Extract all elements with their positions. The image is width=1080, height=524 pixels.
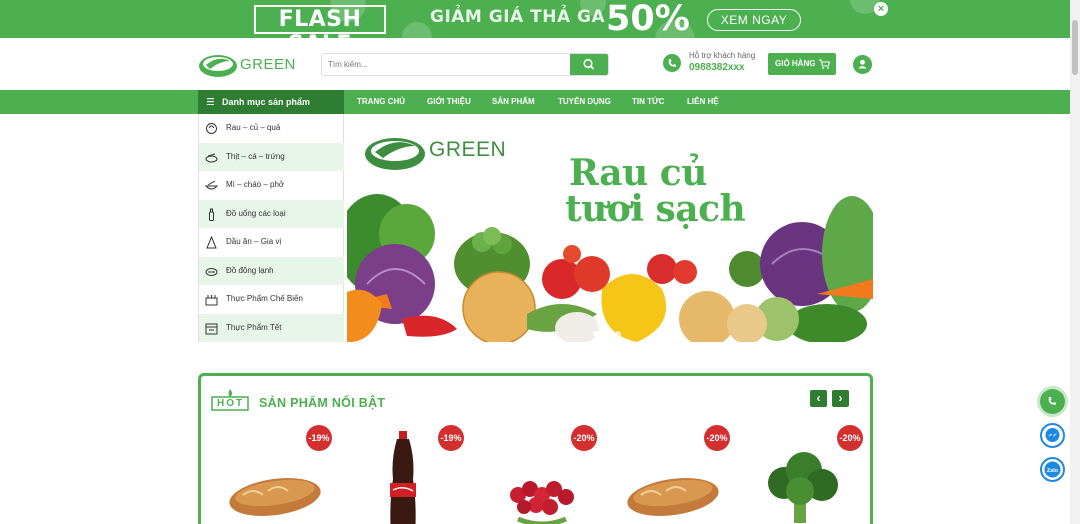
category-menu-toggle[interactable]: Danh mục sản phẩm: [198, 90, 344, 114]
messenger-button[interactable]: [1040, 423, 1065, 448]
slider-dots: [593, 324, 626, 342]
category-item[interactable]: Mì – cháo – phở: [199, 171, 344, 200]
promo-percent: 50%: [606, 0, 690, 38]
hot-badge: HOT: [211, 388, 249, 412]
zalo-icon: Zalo: [1044, 461, 1061, 478]
drink-icon: [209, 208, 214, 221]
close-icon[interactable]: ×: [874, 2, 888, 16]
support-label: Hỗ trợ khách hàng: [689, 51, 756, 60]
slider-dot[interactable]: [593, 331, 599, 337]
discount-badge: -20%: [704, 425, 730, 451]
hero-banner[interactable]: GREEN Rau củ tươi sạch: [347, 114, 873, 342]
prev-arrow-button[interactable]: ‹: [810, 390, 827, 407]
leaf-logo-icon: [365, 138, 425, 170]
discount-badge: -20%: [571, 425, 597, 451]
category-item[interactable]: Thực Phẩm Chế Biến: [199, 285, 344, 314]
promo-text: GIẢM GIÁ THẢ GA: [430, 7, 606, 27]
slider-dot[interactable]: [615, 331, 621, 337]
cart-icon: [819, 59, 830, 69]
flash-sale-label: FLASH SALE: [254, 5, 386, 38]
category-list: Rau – củ – quả Thịt – cá – trứng Mì – ch…: [198, 114, 344, 342]
meat-icon: [205, 153, 218, 162]
leaf-logo-icon: [199, 55, 237, 77]
product-card[interactable]: -20%: [478, 425, 610, 524]
search-input[interactable]: [322, 54, 572, 75]
hero-headline-2: tươi sạch: [565, 188, 746, 230]
promo-cta-button[interactable]: XEM NGAY: [707, 9, 801, 31]
call-button[interactable]: [1040, 389, 1065, 414]
next-arrow-button[interactable]: ›: [832, 390, 849, 407]
svg-text:Zalo: Zalo: [1047, 468, 1059, 474]
nav-about[interactable]: GIỚI THIỆU: [427, 90, 471, 114]
hero-logo: GREEN: [363, 132, 507, 172]
support-phone[interactable]: 0988382xxx: [689, 62, 745, 73]
promo-banner[interactable]: FLASH SALE GIẢM GIÁ THẢ GA 50% XEM NGAY …: [0, 0, 1070, 38]
category-item[interactable]: Dầu ăn – Gia vị: [199, 228, 344, 257]
featured-products: HOT SẢN PHẨM NỔI BẬT ‹ › -19% -19% -20% …: [198, 373, 873, 524]
slider-dot[interactable]: [604, 331, 610, 337]
scrollbar-thumb[interactable]: [1072, 20, 1078, 75]
cart-button[interactable]: GIỎ HÀNG: [768, 53, 836, 75]
nav-contact[interactable]: LIÊN HỆ: [687, 90, 719, 114]
discount-badge: -20%: [837, 425, 863, 451]
category-item[interactable]: Đồ uống các loại: [199, 199, 344, 228]
search-bar: [321, 53, 609, 76]
product-card[interactable]: -20%: [744, 425, 876, 524]
main-navbar: Danh mục sản phẩm TRANG CHỦ GIỚI THIỆU S…: [0, 90, 1070, 114]
product-card[interactable]: -20%: [611, 425, 743, 524]
category-item[interactable]: Đồ đông lạnh: [199, 256, 344, 285]
nav-home[interactable]: TRANG CHỦ: [357, 90, 405, 114]
phone-icon: [663, 54, 681, 72]
discount-badge: -19%: [306, 425, 332, 451]
category-item[interactable]: Thực Phẩm Tết: [199, 313, 344, 342]
frozen-icon: [205, 267, 218, 276]
oil-icon: [206, 236, 217, 249]
category-item[interactable]: Thịt – cá – trứng: [199, 142, 344, 171]
hamburger-icon: [207, 98, 214, 105]
noodle-icon: [205, 180, 218, 190]
category-header-label: Danh mục sản phẩm: [222, 97, 311, 107]
messenger-icon: [1045, 428, 1060, 442]
hero-logo-text: GREEN: [429, 138, 507, 161]
nav-products[interactable]: SẢN PHẨM: [492, 90, 535, 114]
vegetable-icon: [206, 123, 217, 134]
processed-food-icon: [205, 295, 218, 306]
nav-news[interactable]: TIN TỨC: [632, 90, 664, 114]
search-icon: [583, 58, 595, 70]
product-card[interactable]: -19%: [345, 425, 477, 524]
product-card[interactable]: -19%: [213, 425, 345, 524]
user-icon[interactable]: [853, 55, 872, 74]
featured-title: SẢN PHẨM NỔI BẬT: [259, 396, 386, 410]
scrollbar[interactable]: [1070, 0, 1080, 524]
logo[interactable]: GREEN: [198, 51, 295, 79]
zalo-button[interactable]: Zalo: [1040, 457, 1065, 482]
discount-badge: -19%: [438, 425, 464, 451]
nav-careers[interactable]: TUYỂN DỤNG: [558, 90, 611, 114]
logo-text: GREEN: [240, 56, 296, 73]
cart-label: GIỎ HÀNG: [775, 59, 816, 68]
page: FLASH SALE GIẢM GIÁ THẢ GA 50% XEM NGAY …: [0, 0, 1080, 524]
category-item[interactable]: Rau – củ – quả: [199, 114, 344, 143]
tet-food-icon: [205, 323, 218, 334]
phone-icon: [1048, 397, 1056, 405]
search-button[interactable]: [570, 54, 608, 75]
